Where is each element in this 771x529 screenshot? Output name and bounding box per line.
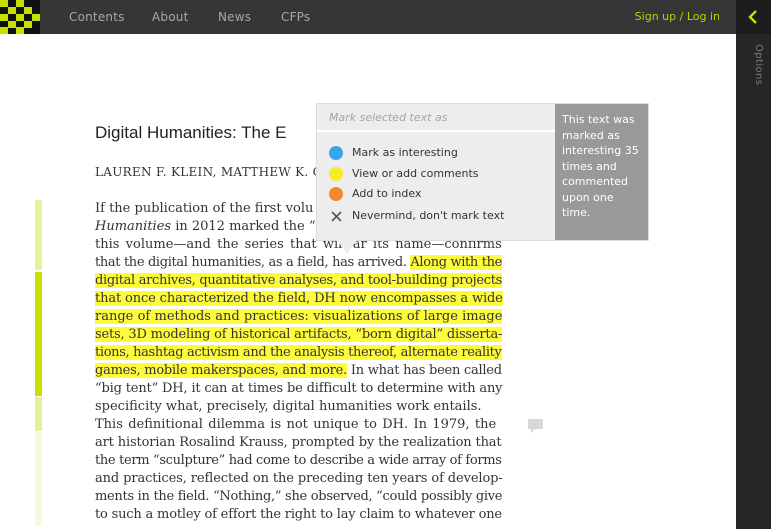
text-run: that the digital humanities, as a field,… — [95, 255, 411, 270]
density-segment-light — [35, 397, 42, 431]
article-line: sets, 3D modeling of historical artifact… — [95, 326, 502, 344]
blue-dot-icon — [329, 146, 343, 160]
nav-about[interactable]: About — [152, 0, 188, 34]
article-title: Digital Humanities: The E — [95, 123, 287, 142]
article-line: games, mobile makerspaces, and more. In … — [95, 362, 502, 380]
options-sidebar: Options — [736, 0, 771, 529]
nevermind-option[interactable]: Nevermind, don't mark text — [329, 207, 555, 225]
density-segment-strong — [35, 272, 42, 396]
orange-dot-icon — [329, 187, 343, 201]
text-run: “big tent” DH, it can at times be diffic… — [95, 381, 503, 396]
highlighted-text[interactable]: digital archives, quantitative analyses,… — [95, 273, 502, 288]
text-run: art historian Rosalind Krauss, prompted … — [95, 435, 502, 450]
text-run: to such a motley of effort the right to … — [95, 507, 502, 522]
text-run: In what has been called — [346, 363, 502, 378]
sidebar-toggle-button[interactable] — [736, 0, 771, 34]
comment-icon[interactable] — [527, 418, 544, 435]
article-line: that once characterized the field, DH no… — [95, 290, 503, 308]
nav-contents[interactable]: Contents — [69, 0, 125, 34]
article-line: and practices, reflected on the precedin… — [95, 470, 503, 488]
text-run: specificity what, precisely, digital hum… — [95, 399, 482, 414]
article-line: digital archives, quantitative analyses,… — [95, 272, 502, 290]
option-label: Nevermind, don't mark text — [352, 209, 505, 222]
option-label: Mark as interesting — [352, 146, 458, 159]
annotation-stats-note: This text was marked as interesting 35 t… — [555, 104, 648, 240]
mark-interesting-option[interactable]: Mark as interesting — [329, 144, 555, 162]
popup-header: Mark selected text as — [317, 104, 555, 132]
nav-news[interactable]: News — [218, 0, 251, 34]
top-navigation-bar: Contents About News CFPs Sign up / Log i… — [0, 0, 736, 34]
text-run: If the publication of the first volu — [95, 201, 314, 216]
option-label: Add to index — [352, 187, 422, 200]
yellow-dot-icon — [329, 167, 343, 181]
density-segment-light — [35, 200, 42, 270]
article-line: If the publication of the first volu — [95, 200, 313, 218]
article-line: tions, hashtag activism and the analysis… — [95, 344, 502, 362]
article-line: range of methods and practices: visualiz… — [95, 308, 503, 326]
article-line: that the digital humanities, as a field,… — [95, 254, 502, 272]
highlighted-text[interactable]: Along with the — [410, 255, 502, 270]
text-run: in 2012 marked the “ — [171, 219, 316, 234]
article-line: specificity what, precisely, digital hum… — [95, 398, 482, 416]
site-logo[interactable] — [0, 0, 40, 34]
text-run: this volume—and the series that will — [95, 237, 353, 252]
highlighted-text[interactable]: range of methods and practices: visualiz… — [95, 309, 503, 324]
signup-login-link[interactable]: Sign up / Log in — [635, 0, 720, 34]
text-run: This definitional dilemma is not unique … — [95, 417, 497, 432]
text-run: Humanities — [95, 219, 172, 234]
close-icon — [331, 211, 342, 222]
article-line: the term “sculpture” had come to describ… — [95, 452, 502, 470]
article-line: Humanities in 2012 marked the “ — [95, 218, 315, 236]
view-comments-option[interactable]: View or add comments — [329, 165, 555, 183]
nav-cfps[interactable]: CFPs — [281, 0, 310, 34]
text-run: the term “sculpture” had come to describ… — [95, 453, 502, 468]
density-segment-faint — [35, 432, 42, 526]
article-line: art historian Rosalind Krauss, prompted … — [95, 434, 502, 452]
article-line: This definitional dilemma is not unique … — [95, 416, 496, 434]
text-run: ments in the field. “Nothing,” she obser… — [95, 489, 503, 504]
highlighted-text[interactable]: sets, 3D modeling of historical artifact… — [95, 327, 502, 342]
text-run: and practices, reflected on the precedin… — [95, 471, 503, 486]
add-to-index-option[interactable]: Add to index — [329, 185, 555, 203]
options-label[interactable]: Options — [744, 44, 764, 104]
highlighted-text[interactable]: that once characterized the field, DH no… — [95, 291, 503, 306]
article-line: ments in the field. “Nothing,” she obser… — [95, 488, 502, 506]
option-label: View or add comments — [352, 167, 479, 180]
chevron-left-icon — [748, 10, 757, 24]
article-line: to such a motley of effort the right to … — [95, 506, 502, 524]
highlighted-text[interactable]: tions, hashtag activism and the analysis… — [95, 345, 502, 360]
mark-text-popup: Mark selected text as Mark as interestin… — [317, 104, 648, 240]
highlighted-text[interactable]: games, mobile makerspaces, and more. — [95, 363, 347, 378]
article-authors: LAUREN F. KLEIN, MATTHEW K. G — [95, 165, 323, 179]
article-line: “big tent” DH, it can at times be diffic… — [95, 380, 503, 398]
popup-pointer — [337, 240, 357, 254]
